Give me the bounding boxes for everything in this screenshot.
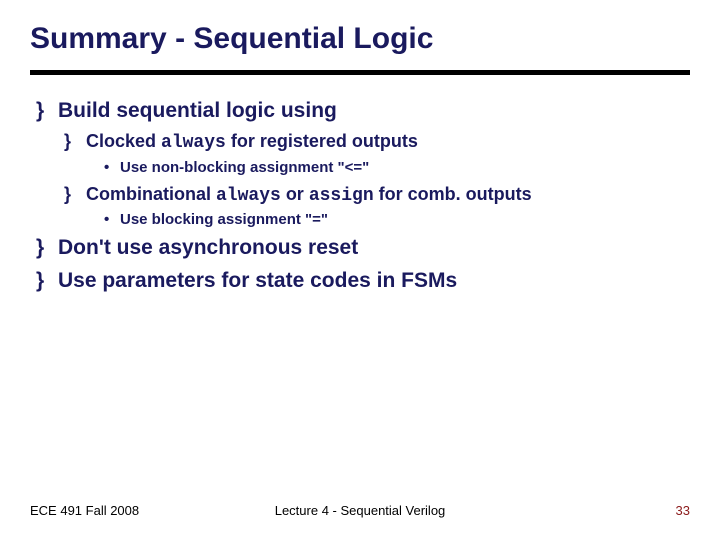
bullet-level3: Use blocking assignment "=": [104, 210, 690, 230]
text-fragment: Combinational: [86, 184, 216, 204]
title-rule: [30, 70, 690, 75]
code-inline: always: [161, 133, 226, 153]
text-fragment: or: [281, 184, 309, 204]
bullet-level2: Clocked always for registered outputs: [64, 129, 690, 155]
text-fragment: for registered outputs: [226, 131, 418, 151]
bullet-level3: Use non-blocking assignment "<=": [104, 158, 690, 178]
slide-content: Build sequential logic using Clocked alw…: [30, 97, 690, 295]
bullet-level1: Use parameters for state codes in FSMs: [30, 267, 690, 295]
slide-footer: ECE 491 Fall 2008 Lecture 4 - Sequential…: [0, 503, 720, 518]
bullet-level1: Don't use asynchronous reset: [30, 234, 690, 262]
footer-left: ECE 491 Fall 2008: [30, 503, 250, 518]
text-fragment: for comb. outputs: [374, 184, 532, 204]
code-inline: always: [216, 186, 281, 206]
bullet-level1: Build sequential logic using: [30, 97, 690, 125]
footer-center: Lecture 4 - Sequential Verilog: [250, 503, 470, 518]
code-inline: assign: [309, 186, 374, 206]
text-fragment: Clocked: [86, 131, 161, 151]
slide-title: Summary - Sequential Logic: [30, 22, 690, 56]
bullet-level2: Combinational always or assign for comb.…: [64, 182, 690, 208]
slide: Summary - Sequential Logic Build sequent…: [0, 0, 720, 540]
footer-page-number: 33: [470, 503, 690, 518]
